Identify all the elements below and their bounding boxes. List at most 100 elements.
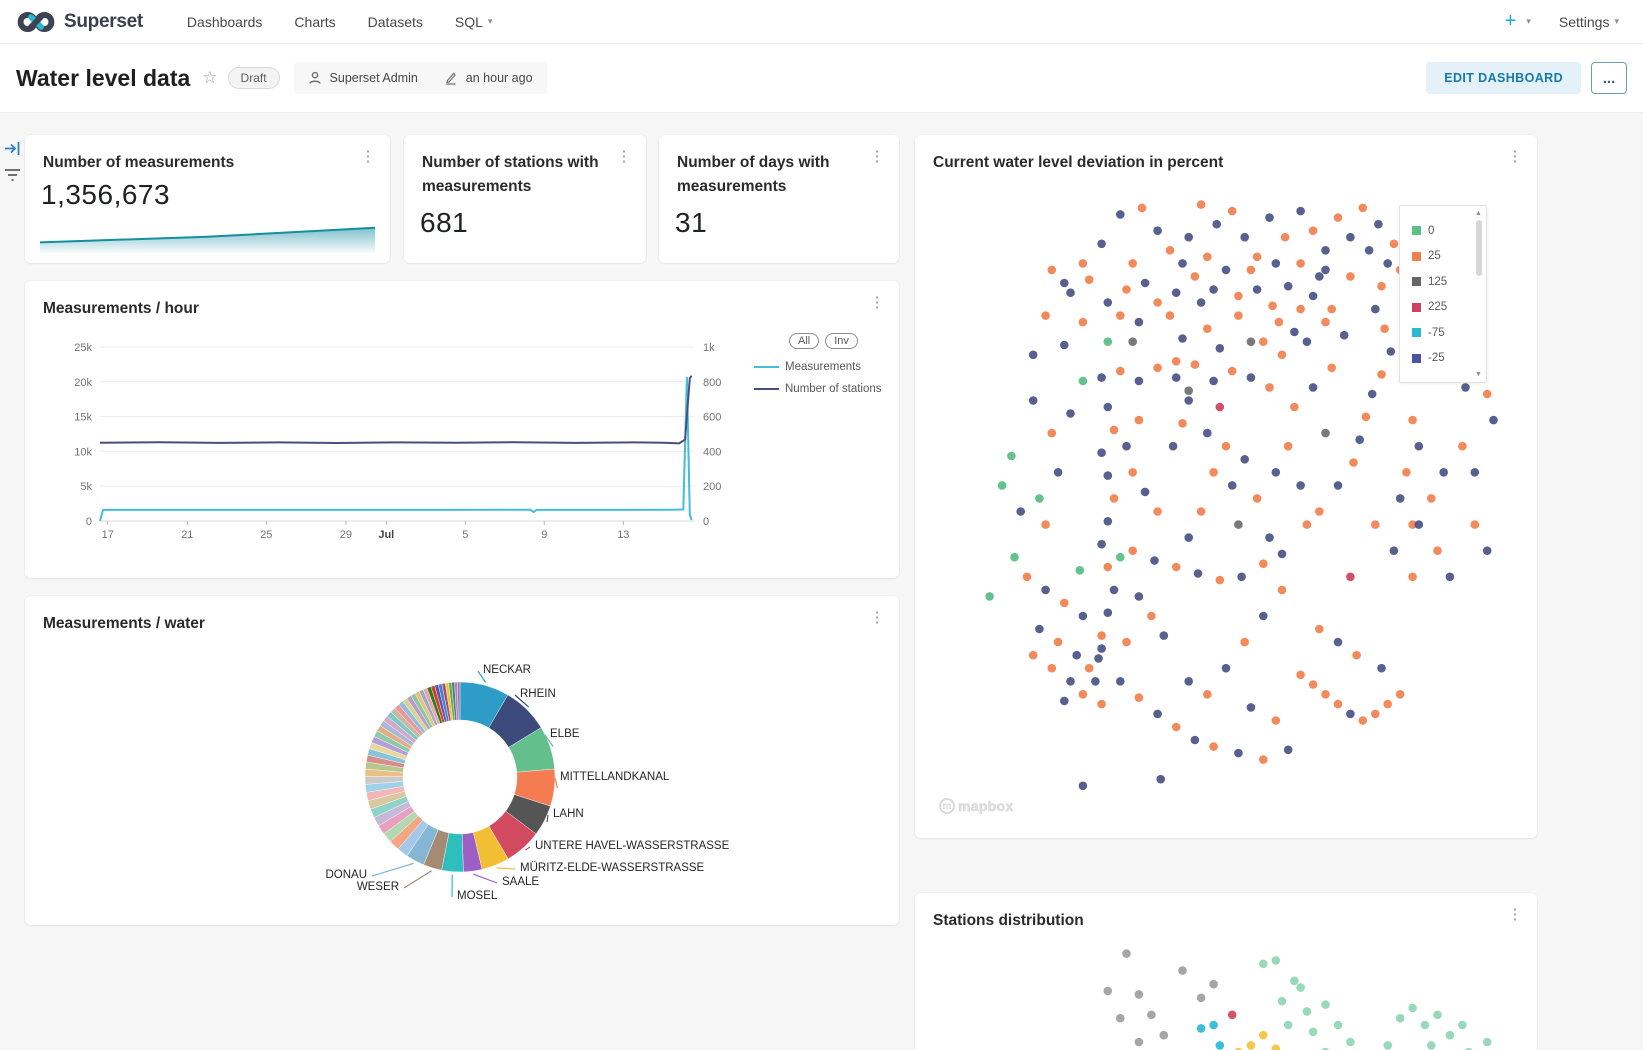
status-badge[interactable]: Draft: [228, 67, 280, 89]
svg-text:200: 200: [703, 481, 721, 493]
chart-title: Number of days with measurements: [677, 151, 859, 199]
svg-text:25k: 25k: [74, 342, 92, 354]
map-chart-card: Current water level deviation in percent…: [915, 135, 1537, 838]
add-new-button[interactable]: +: [1495, 10, 1519, 33]
edit-pencil-icon: [444, 71, 458, 85]
legend-swatch: [1412, 277, 1421, 286]
svg-text:21: 21: [181, 529, 193, 541]
svg-text:1k: 1k: [703, 342, 715, 354]
nav-item-dashboards[interactable]: Dashboards: [171, 0, 279, 44]
legend-label: -75: [1428, 327, 1445, 339]
owner-name[interactable]: Superset Admin: [330, 71, 418, 85]
svg-text:9: 9: [541, 529, 547, 541]
svg-text:600: 600: [703, 412, 721, 424]
legend-label: -25: [1428, 352, 1445, 364]
chart-title: Current water level deviation in percent: [933, 151, 1497, 175]
kpi-card-days: Number of days with measurements ⋮ 31: [659, 135, 899, 263]
user-icon: [308, 71, 322, 85]
map-legend: 0 25 125 225 -75 -25 ▲ ▼: [1399, 205, 1487, 383]
nav-item-charts[interactable]: Charts: [278, 0, 351, 44]
svg-text:5: 5: [462, 529, 468, 541]
chart-title: Number of measurements: [43, 151, 350, 175]
donut-slice-label: WESER: [357, 881, 399, 893]
donut-slice-label: MITTELLANDKANAL: [560, 771, 669, 783]
chart-options-kebab-icon[interactable]: ⋮: [1505, 149, 1525, 166]
legend-scrollbar[interactable]: ▲ ▼: [1473, 208, 1484, 380]
line-chart-card: Measurements / hour ⋮ All Inv Measuremen…: [25, 281, 899, 578]
dashboard-header: Water level data ☆ Draft Superset Admin …: [0, 44, 1643, 113]
map-legend-item[interactable]: -25: [1412, 346, 1447, 372]
map-legend-item[interactable]: -75: [1412, 320, 1447, 346]
donut-chart-card: Measurements / water ⋮ NECKARRHEINELBEMI…: [25, 596, 899, 925]
kpi-value: 31: [675, 207, 707, 239]
scroll-up-icon[interactable]: ▲: [1473, 210, 1484, 217]
donut-slice-label: RHEIN: [520, 688, 556, 700]
map-legend-item[interactable]: 125: [1412, 269, 1447, 295]
superset-logo[interactable]: Superset: [16, 9, 143, 35]
svg-text:800: 800: [703, 377, 721, 389]
map-legend-item[interactable]: 225: [1412, 295, 1447, 321]
legend-swatch: [1412, 354, 1421, 363]
legend-swatch: [1412, 226, 1421, 235]
chart-options-kebab-icon[interactable]: ⋮: [358, 149, 378, 166]
line-chart-canvas: 25k1k20k80015k60010k4005k2000017212529Ju…: [25, 281, 899, 578]
mapbox-icon: m: [939, 798, 955, 814]
donut-slice-label: UNTERE HAVEL-WASSERSTRASSE: [535, 840, 729, 852]
donut-chart-canvas: NECKARRHEINELBEMITTELLANDKANALLAHNUNTERE…: [25, 596, 899, 925]
donut-slice-label: NECKAR: [483, 664, 531, 676]
page-title: Water level data: [16, 65, 190, 92]
svg-text:5k: 5k: [80, 481, 92, 493]
chevron-down-icon: ▾: [1614, 16, 1619, 27]
favorite-star-icon[interactable]: ☆: [202, 68, 217, 88]
svg-text:Jul: Jul: [378, 529, 394, 541]
infinity-logo-icon: [16, 9, 56, 35]
svg-text:13: 13: [617, 529, 629, 541]
chart-options-kebab-icon[interactable]: ⋮: [867, 149, 887, 166]
top-navbar: Superset Dashboards Charts Datasets SQL …: [0, 0, 1643, 44]
stations-map-canvas[interactable]: [915, 923, 1537, 1050]
svg-text:25: 25: [260, 529, 272, 541]
scroll-down-icon[interactable]: ▼: [1473, 371, 1484, 378]
donut-slice-label: DONAU: [325, 869, 367, 881]
chart-title: Number of stations with measurements: [422, 151, 606, 199]
svg-text:17: 17: [102, 529, 114, 541]
last-modified[interactable]: an hour ago: [466, 71, 533, 85]
kpi-card-stations: Number of stations with measurements ⋮ 6…: [404, 135, 646, 263]
kpi-card-measurements: Number of measurements ⋮ 1,356,673: [25, 135, 390, 263]
svg-text:20k: 20k: [74, 377, 92, 389]
chevron-down-icon[interactable]: ▾: [1526, 16, 1531, 27]
owner-info-box: Superset Admin an hour ago: [294, 62, 547, 94]
map-legend-item[interactable]: 25: [1412, 244, 1447, 270]
filter-icon[interactable]: [3, 167, 22, 183]
svg-text:10k: 10k: [74, 446, 92, 458]
svg-text:29: 29: [340, 529, 352, 541]
stations-distribution-card: Stations distribution ⋮: [915, 893, 1537, 1050]
superset-dashboard-page: Superset Dashboards Charts Datasets SQL …: [0, 0, 1643, 1050]
svg-text:0: 0: [703, 516, 709, 528]
kpi-value: 681: [420, 207, 468, 239]
chart-options-kebab-icon[interactable]: ⋮: [614, 149, 634, 166]
legend-label: 0: [1428, 225, 1434, 237]
sparkline-chart: [40, 225, 375, 253]
donut-slice-label: LAHN: [553, 808, 584, 820]
legend-label: 25: [1428, 250, 1441, 262]
scrollbar-thumb[interactable]: [1476, 220, 1482, 276]
donut-slice-label: MÜRITZ-ELDE-WASSERSTRASSE: [520, 862, 704, 874]
svg-text:0: 0: [86, 516, 92, 528]
nav-item-sql[interactable]: SQL ▾: [439, 0, 509, 44]
svg-text:400: 400: [703, 446, 721, 458]
mapbox-attribution[interactable]: m mapbox: [939, 798, 1013, 814]
legend-swatch: [1412, 328, 1421, 337]
edit-dashboard-button[interactable]: EDIT DASHBOARD: [1426, 62, 1581, 94]
settings-menu[interactable]: Settings ▾: [1539, 14, 1627, 30]
legend-label: 225: [1428, 301, 1447, 313]
legend-swatch: [1412, 252, 1421, 261]
chevron-down-icon: ▾: [488, 16, 493, 27]
expand-filter-bar-icon[interactable]: [4, 141, 21, 156]
donut-slice-label: SAALE: [502, 876, 539, 888]
filter-rail: [0, 113, 25, 1050]
chart-options-kebab-icon[interactable]: ⋮: [1505, 907, 1525, 924]
nav-item-datasets[interactable]: Datasets: [352, 0, 439, 44]
more-options-button[interactable]: ...: [1591, 62, 1627, 94]
map-legend-item[interactable]: 0: [1412, 218, 1447, 244]
